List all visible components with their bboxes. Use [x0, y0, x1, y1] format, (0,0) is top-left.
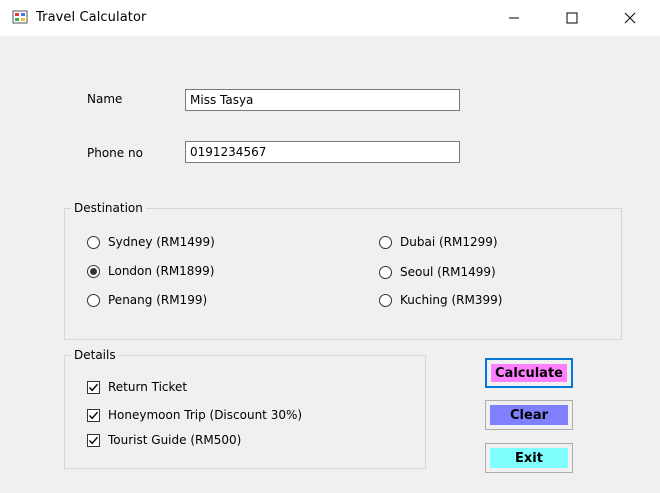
radio-penang[interactable]: Penang (RM199) — [87, 293, 207, 307]
maximize-button[interactable] — [549, 0, 595, 36]
checkbox-label: Honeymoon Trip (Discount 30%) — [108, 408, 303, 422]
close-button[interactable] — [607, 0, 653, 36]
calculate-button[interactable]: Calculate — [485, 358, 573, 388]
name-label: Name — [87, 92, 123, 106]
checkbox-return-ticket[interactable]: Return Ticket — [87, 380, 187, 394]
clear-button[interactable]: Clear — [485, 400, 573, 430]
destination-legend: Destination — [71, 201, 146, 215]
radio-sydney[interactable]: Sydney (RM1499) — [87, 235, 215, 249]
radio-label: Sydney (RM1499) — [108, 235, 215, 249]
exit-label: Exit — [490, 448, 568, 468]
radio-circle — [379, 293, 392, 307]
minimize-button[interactable] — [491, 0, 537, 36]
details-legend: Details — [71, 348, 119, 362]
window-title: Travel Calculator — [36, 10, 147, 25]
checkbox-box — [87, 408, 100, 422]
phone-input[interactable] — [185, 141, 460, 163]
radio-kuching[interactable]: Kuching (RM399) — [379, 293, 502, 307]
radio-circle — [87, 264, 100, 278]
radio-seoul[interactable]: Seoul (RM1499) — [379, 265, 496, 279]
checkbox-label: Return Ticket — [108, 380, 188, 394]
exit-button[interactable]: Exit — [485, 443, 573, 473]
name-input[interactable] — [185, 89, 460, 111]
checkbox-tourist-guide[interactable]: Tourist Guide (RM500) — [87, 433, 241, 447]
minimize-icon — [509, 17, 519, 19]
radio-label: London (RM1899) — [108, 264, 215, 278]
radio-circle — [379, 235, 392, 249]
checkmark-icon — [88, 436, 99, 444]
radio-label: Dubai (RM1299) — [400, 235, 498, 249]
travel-calculator-window: Travel Calculator Name Phone no Destinat… — [0, 0, 660, 493]
radio-label: Seoul (RM1499) — [400, 265, 496, 279]
radio-label: Kuching (RM399) — [400, 293, 503, 307]
title-bar: Travel Calculator — [0, 0, 660, 36]
radio-label: Penang (RM199) — [108, 293, 208, 307]
calculate-label: Calculate — [491, 364, 567, 382]
maximize-icon — [566, 12, 578, 24]
radio-london[interactable]: London (RM1899) — [87, 264, 214, 278]
checkbox-honeymoon-trip[interactable]: Honeymoon Trip (Discount 30%) — [87, 408, 302, 422]
radio-selected-dot — [90, 267, 97, 275]
app-icon — [12, 10, 28, 24]
checkmark-icon — [88, 411, 99, 419]
checkmark-icon — [88, 383, 99, 391]
radio-circle — [87, 235, 100, 249]
checkbox-box — [87, 380, 100, 394]
clear-label: Clear — [490, 405, 568, 425]
close-icon — [624, 12, 636, 24]
radio-dubai[interactable]: Dubai (RM1299) — [379, 235, 498, 249]
radio-circle — [379, 265, 392, 279]
checkbox-label: Tourist Guide (RM500) — [108, 433, 242, 447]
checkbox-box — [87, 433, 100, 447]
phone-label: Phone no — [87, 146, 143, 160]
radio-circle — [87, 293, 100, 307]
